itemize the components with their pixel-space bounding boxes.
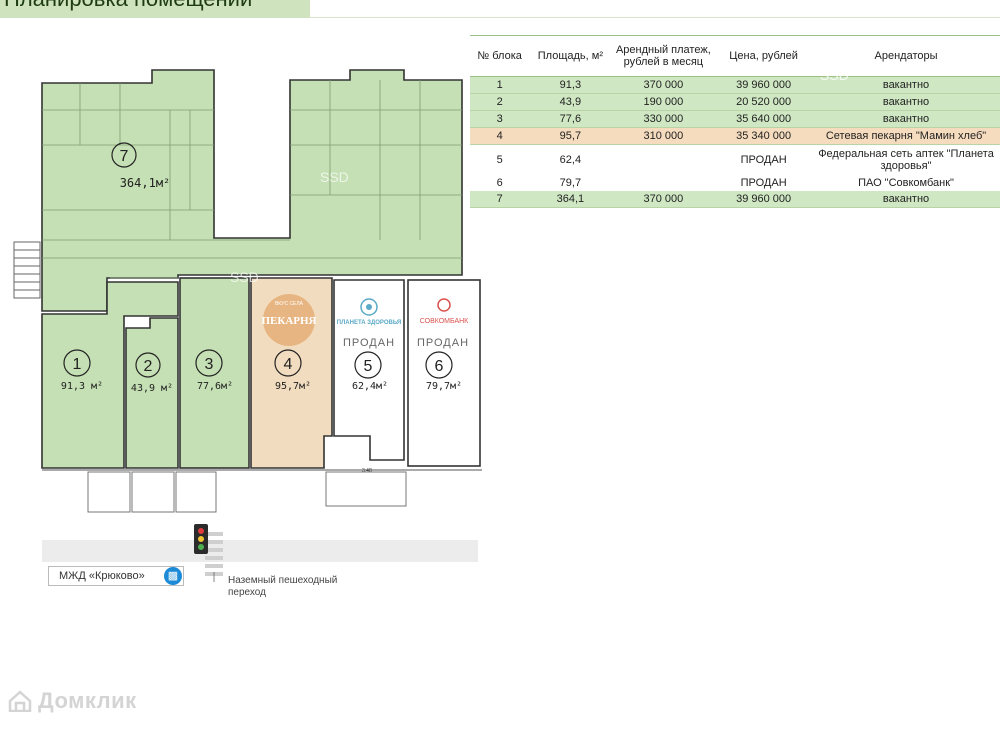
floor-plan: 7 364,1м² 1 91,3 м² 2 43,9 м² 3 77,6м² 4…: [13, 67, 849, 582]
stairs-left: [13, 241, 41, 299]
domclick-house-icon: [8, 690, 32, 712]
plan-watermark-3: SSD: [820, 67, 849, 83]
pedestrian-crossing-label: Наземный пешеходный переход: [228, 575, 338, 598]
svg-text:77,6м²: 77,6м²: [197, 381, 233, 392]
sold-label-5: ПРОДАН: [343, 337, 395, 349]
svg-text:62,4м²: 62,4м²: [352, 381, 388, 392]
svg-text:5: 5: [364, 358, 373, 375]
svg-text:СОВКОМБАНК: СОВКОМБАНК: [420, 318, 469, 325]
svg-text:ПЕКАРНЯ: ПЕКАРНЯ: [261, 315, 316, 327]
train-icon: ▩: [164, 567, 182, 585]
unit-3-area[interactable]: [179, 277, 250, 469]
svg-text:79,7м²: 79,7м²: [426, 381, 462, 392]
road: [42, 540, 478, 562]
plan-watermark-2: SSD: [230, 269, 259, 285]
svg-text:43,9 м²: 43,9 м²: [131, 383, 173, 394]
sold-label-6: ПРОДАН: [417, 337, 469, 349]
svg-text:ПЛАНЕТА ЗДОРОВЬЯ: ПЛАНЕТА ЗДОРОВЬЯ: [337, 320, 402, 326]
svg-text:364,1м²: 364,1м²: [120, 176, 171, 190]
svg-text:ВКУС СЕЛА: ВКУС СЕЛА: [275, 301, 304, 307]
plan-dimension: 3.48: [362, 468, 372, 474]
domclick-watermark: Домклик: [38, 688, 137, 713]
traffic-light-icon: [194, 524, 208, 554]
svg-text:7: 7: [120, 148, 129, 165]
entrance-porches: [87, 471, 407, 513]
svg-text:6: 6: [435, 358, 444, 375]
svg-text:2: 2: [144, 358, 153, 375]
plan-watermark-1: SSD: [320, 169, 349, 185]
unit-6-area[interactable]: [407, 279, 481, 467]
svg-text:95,7м²: 95,7м²: [275, 381, 311, 392]
svg-text:4: 4: [284, 356, 293, 373]
svg-text:91,3 м²: 91,3 м²: [61, 381, 103, 392]
svg-text:1: 1: [73, 356, 82, 373]
svg-text:3: 3: [205, 356, 214, 373]
